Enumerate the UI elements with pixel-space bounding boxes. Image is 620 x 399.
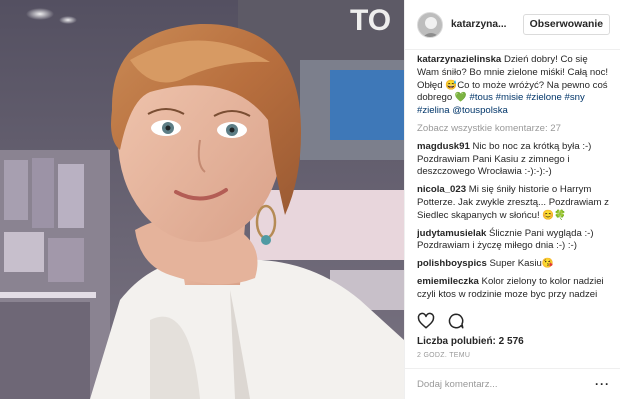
post-timestamp: 2 GODZ. TEMU: [417, 352, 471, 359]
avatar-image: [418, 12, 442, 37]
comment-text: Super Kasiu😘: [489, 258, 554, 270]
hashtag[interactable]: #tous: [470, 92, 493, 103]
instagram-post-modal: TO katarzyna... Obserwowanie katarzynazi…: [0, 0, 620, 399]
comment: magdusk91 Nic bo noc za krótką była :-) …: [417, 141, 612, 179]
avatar[interactable]: [417, 11, 443, 38]
hashtag[interactable]: #zielina: [417, 105, 450, 116]
caption: katarzynazielinska Dzień dobry! Co się W…: [417, 54, 612, 118]
comment: emiemileczka Kolor zielony to kolor nadz…: [417, 276, 612, 302]
comment: judytamusielak Ślicznie Pani wygląda :-)…: [417, 228, 612, 254]
hashtag[interactable]: #zielone: [526, 92, 562, 103]
portrait-image: TO: [0, 0, 404, 399]
comment-icon[interactable]: [447, 312, 465, 330]
username[interactable]: katarzyna...: [451, 19, 523, 30]
heart-icon[interactable]: [417, 312, 435, 330]
add-comment-bar: ···: [405, 368, 620, 399]
add-comment-input[interactable]: [417, 378, 595, 390]
comment-username[interactable]: judytamusielak: [417, 228, 486, 239]
hashtag[interactable]: #misie: [496, 92, 524, 103]
likes-count[interactable]: Liczba polubień: 2 576: [417, 336, 524, 347]
comment: polishboyspics Super Kasiu😘: [417, 258, 612, 271]
comment-username[interactable]: nicola_023: [417, 184, 466, 195]
post-photo[interactable]: TO: [0, 0, 404, 399]
comment-username[interactable]: magdusk91: [417, 141, 470, 152]
comment-username[interactable]: polishboyspics: [417, 258, 487, 269]
post-header: katarzyna... Obserwowanie: [405, 0, 620, 50]
comment: nicola_023 Mi się śniły historie o Harry…: [417, 184, 612, 222]
more-options-icon[interactable]: ···: [595, 377, 610, 391]
post-actions: [417, 312, 465, 330]
view-all-comments-link[interactable]: Zobacz wszystkie komentarze: 27: [417, 123, 612, 136]
store-sign-text: TO: [350, 4, 391, 37]
mention[interactable]: @touspolska: [452, 105, 508, 116]
caption-username[interactable]: katarzynazielinska: [417, 54, 501, 65]
comments-list[interactable]: katarzynazielinska Dzień dobry! Co się W…: [417, 54, 612, 302]
following-button[interactable]: Obserwowanie: [522, 14, 610, 35]
post-sidebar: katarzyna... Obserwowanie katarzynazieli…: [404, 0, 620, 399]
hashtag[interactable]: #sny: [564, 92, 584, 103]
comment-username[interactable]: emiemileczka: [417, 276, 479, 287]
